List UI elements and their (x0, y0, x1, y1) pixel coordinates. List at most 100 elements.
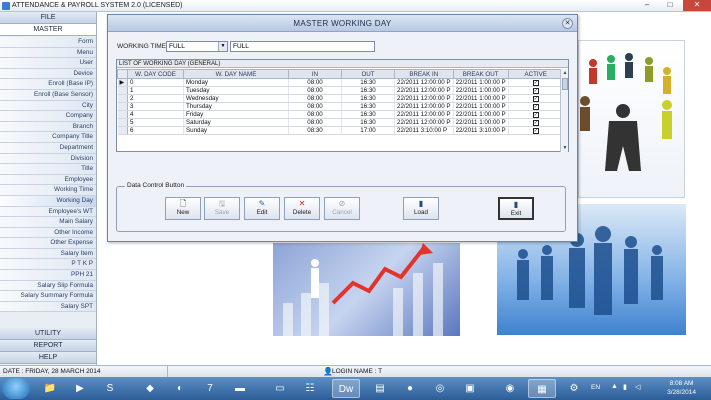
network-app-icon[interactable]: ☷ (296, 379, 324, 398)
netbeans-icon[interactable]: ◆ (136, 379, 164, 398)
cell-code[interactable]: 0 (127, 78, 184, 87)
start-button[interactable] (2, 378, 30, 399)
scroll-down-icon[interactable]: ▼ (561, 144, 569, 152)
cell-break-out[interactable]: 22/2011 1:00:00 P (453, 118, 509, 127)
col-active[interactable]: ACTIVE (507, 69, 564, 79)
terminal-icon[interactable]: ▭ (266, 379, 294, 398)
sidebar-item-city[interactable]: City (0, 100, 96, 112)
cell-break-out[interactable]: 22/2011 1:00:00 P (453, 110, 509, 119)
sidebar-item-p-t-k-p[interactable]: P T K P (0, 259, 96, 271)
book-app-icon[interactable]: ▬ (226, 379, 254, 398)
dialog-close-icon[interactable]: ✕ (562, 18, 573, 29)
cell-out[interactable]: 16:30 (341, 78, 395, 87)
cell-active[interactable]: ✓ (508, 78, 564, 87)
cell-name[interactable]: Wednesday (183, 94, 289, 103)
sidebar-item-salary-summary-formula[interactable]: Salary Summary Formula (0, 291, 96, 302)
table-row[interactable]: 5 Saturday 08:00 16:30 22/2011 12:00:00 P 22/… (117, 118, 564, 127)
active-checkbox[interactable]: ✓ (532, 128, 539, 134)
cell-active[interactable]: ✓ (508, 102, 564, 111)
image-viewer-icon[interactable]: ▣ (456, 379, 484, 398)
sidebar-item-menu[interactable]: Menu (0, 47, 96, 59)
active-checkbox[interactable]: ✓ (532, 120, 539, 126)
cell-active[interactable]: ✓ (508, 110, 564, 119)
photoshop-icon[interactable]: 7 (196, 379, 224, 398)
cell-break-in[interactable]: 22/2011 12:00:00 P (394, 86, 454, 95)
cell-break-out[interactable]: 22/2011 1:00:00 P (453, 86, 509, 95)
row-indicator[interactable] (117, 94, 128, 103)
cell-code[interactable]: 3 (127, 102, 184, 111)
cell-name[interactable]: Friday (183, 110, 289, 119)
cell-in[interactable]: 08:00 (288, 94, 342, 103)
sidebar-item-salary-spt[interactable]: Salary SPT (0, 301, 96, 313)
sidebar-master[interactable]: MASTER (0, 24, 96, 36)
sidebar-utility[interactable]: UTILITY (0, 328, 96, 340)
sidebar-item-company[interactable]: Company (0, 111, 96, 122)
sidebar-item-other-income[interactable]: Other Income (0, 227, 96, 239)
cell-out[interactable]: 16:30 (341, 94, 395, 103)
dreamweaver-icon[interactable]: Dw (332, 379, 360, 398)
cell-code[interactable]: 4 (127, 110, 184, 119)
cell-active[interactable]: ✓ (508, 118, 564, 127)
cell-break-out[interactable]: 22/2011 1:00:00 P (453, 78, 509, 87)
active-checkbox[interactable]: ✓ (532, 88, 539, 94)
sidebar-item-form[interactable]: Form (0, 37, 96, 48)
cell-break-out[interactable]: 22/2011 1:00:00 P (453, 102, 509, 111)
cell-active[interactable]: ✓ (508, 126, 564, 135)
cell-active[interactable]: ✓ (508, 86, 564, 95)
working-time-select[interactable]: FULL ▼ (166, 41, 228, 52)
cell-code[interactable]: 6 (127, 126, 184, 135)
row-indicator[interactable] (117, 126, 128, 135)
table-row[interactable]: 1 Tuesday 08:00 16:30 22/2011 12:00:00 P 22/2… (117, 86, 564, 95)
delete-button[interactable]: ✕ Delete (284, 197, 320, 220)
chrome-icon[interactable]: ◉ (496, 379, 524, 398)
clock[interactable]: 8:08 AM 3/28/2014 (667, 379, 696, 397)
row-indicator[interactable] (117, 102, 128, 111)
sidebar-item-company-title[interactable]: Company Title (0, 132, 96, 143)
cell-active[interactable]: ✓ (508, 94, 564, 103)
cell-in[interactable]: 08:00 (288, 86, 342, 95)
skype-icon[interactable]: S (96, 379, 124, 398)
tools-icon[interactable]: ⚙ (560, 379, 588, 398)
sidebar-file[interactable]: FILE (0, 12, 96, 24)
table-row[interactable]: 2 Wednesday 08:00 16:30 22/2011 12:00:00 P 22… (117, 94, 564, 103)
sidebar-item-enroll-base-sensor[interactable]: Enroll (Base Sensor) (0, 89, 96, 101)
media-player-icon[interactable]: ▶ (66, 379, 94, 398)
cell-out[interactable]: 16:30 (341, 102, 395, 111)
cell-name[interactable]: Sunday (183, 126, 289, 135)
sidebar-item-salary-slip-formula[interactable]: Salary Slip Formula (0, 280, 96, 292)
col-day-code[interactable]: W. DAY CODE (127, 69, 184, 79)
cell-break-in[interactable]: 22/2011 3:10:00 P (394, 126, 454, 135)
sidebar-item-user[interactable]: User (0, 58, 96, 69)
sidebar-report[interactable]: REPORT (0, 340, 96, 352)
sidebar-item-department[interactable]: Department (0, 142, 96, 154)
sidebar-item-working-time[interactable]: Working Time (0, 185, 96, 196)
cell-in[interactable]: 08:00 (288, 102, 342, 111)
sidebar-help[interactable]: HELP (0, 352, 96, 364)
tray-arrow-icon[interactable]: ▲ (611, 383, 618, 390)
cell-out[interactable]: 16:30 (341, 86, 395, 95)
cell-in[interactable]: 08:30 (288, 126, 342, 135)
scroll-up-icon[interactable]: ▲ (561, 69, 569, 77)
table-row[interactable]: 6 Sunday 08:30 17:00 22/2011 3:10:00 P 22/201… (117, 126, 564, 135)
cell-break-in[interactable]: 22/2011 12:00:00 P (394, 78, 454, 87)
cell-break-out[interactable]: 22/2011 3:10:00 P (453, 126, 509, 135)
cell-in[interactable]: 08:00 (288, 78, 342, 87)
sidebar-item-branch[interactable]: Branch (0, 121, 96, 133)
exit-button[interactable]: ▮ Exit (498, 197, 534, 220)
cell-code[interactable]: 5 (127, 118, 184, 127)
active-checkbox[interactable]: ✓ (532, 80, 539, 86)
row-indicator[interactable] (117, 110, 128, 119)
cell-break-in[interactable]: 22/2011 12:00:00 P (394, 102, 454, 111)
col-break-out[interactable]: BREAK OUT (452, 69, 509, 79)
volume-icon[interactable]: ◁ (635, 383, 640, 391)
cell-break-in[interactable]: 22/2011 12:00:00 P (394, 94, 454, 103)
active-checkbox[interactable]: ✓ (532, 104, 539, 110)
cell-out[interactable]: 16:30 (341, 118, 395, 127)
active-checkbox[interactable]: ✓ (532, 96, 539, 102)
sidebar-item-working-day[interactable]: Working Day (0, 195, 96, 207)
edit-button[interactable]: ✎ Edit (244, 197, 280, 220)
table-row[interactable]: 4 Friday 08:00 16:30 22/2011 12:00:00 P 22/20… (117, 110, 564, 119)
sidebar-item-pph-21[interactable]: PPH 21 (0, 270, 96, 281)
sidebar-item-other-expense[interactable]: Other Expense (0, 238, 96, 249)
minimize-button[interactable]: – (636, 0, 658, 11)
